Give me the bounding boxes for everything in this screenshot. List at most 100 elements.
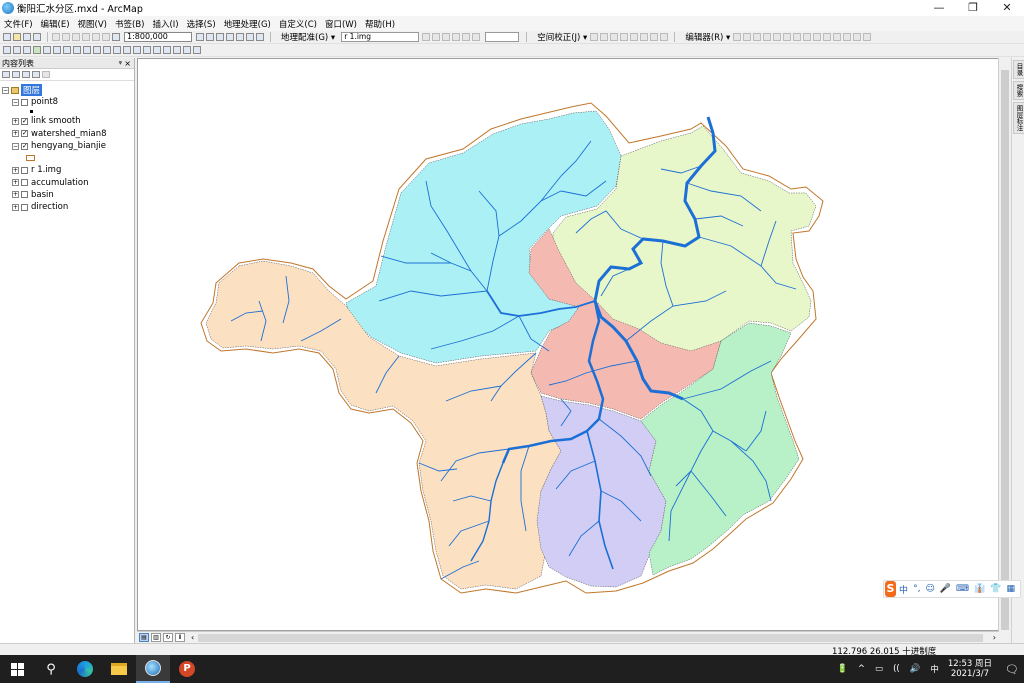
expand-icon[interactable]: + xyxy=(12,130,19,138)
shift-icon[interactable] xyxy=(432,33,441,41)
close-button[interactable]: ✕ xyxy=(990,0,1024,16)
hyperlink-icon[interactable] xyxy=(123,46,131,54)
layer-labels-tab[interactable]: 图层标注 xyxy=(1013,102,1024,134)
layer-visibility-checkbox[interactable] xyxy=(21,203,28,211)
open-icon[interactable] xyxy=(13,33,21,41)
new-identity-link-icon[interactable] xyxy=(630,33,639,41)
attributes-icon[interactable] xyxy=(843,33,852,41)
spatial-adjustment-menu[interactable]: 空间校正(J) ▾ xyxy=(537,31,587,43)
ime-voice-icon[interactable]: 🎤 xyxy=(940,584,951,594)
edit-tool-icon[interactable] xyxy=(733,33,742,41)
list-by-visibility-icon[interactable] xyxy=(22,71,30,78)
new-limited-area-icon[interactable] xyxy=(640,33,649,41)
layer-accumulation[interactable]: + accumulation xyxy=(2,176,134,188)
multiple-displacement-icon[interactable] xyxy=(620,33,629,41)
layer-hengyang-bianjie[interactable]: − ✓ hengyang_bianjie xyxy=(2,140,134,152)
find-icon[interactable] xyxy=(153,46,161,54)
identify-icon[interactable] xyxy=(113,46,121,54)
taskbar-edge[interactable] xyxy=(68,655,102,683)
undo-icon[interactable] xyxy=(92,33,100,41)
search-tab[interactable]: 搜索 xyxy=(1013,81,1024,100)
redo-icon[interactable] xyxy=(102,33,110,41)
menu-selection[interactable]: 选择(S) xyxy=(187,18,216,30)
map-vertical-scrollbar[interactable] xyxy=(998,58,1011,643)
layer-basin[interactable]: + basin xyxy=(2,189,134,201)
horizontal-scroll-track[interactable] xyxy=(198,633,983,642)
list-by-source-icon[interactable] xyxy=(12,71,20,78)
rotate-feature-icon[interactable] xyxy=(833,33,842,41)
menu-windows[interactable]: 窗口(W) xyxy=(325,18,357,30)
go-to-xy-icon[interactable] xyxy=(173,46,181,54)
layer-visibility-checkbox[interactable]: ✓ xyxy=(21,142,28,150)
editor-toolbar-icon[interactable] xyxy=(196,33,204,41)
maximize-button[interactable]: ❐ xyxy=(956,0,990,16)
time-slider-icon[interactable] xyxy=(183,46,191,54)
sogou-logo-icon[interactable]: S xyxy=(885,581,897,597)
add-control-points-icon[interactable] xyxy=(452,33,461,41)
save-icon[interactable] xyxy=(23,33,31,41)
create-viewer-window-icon[interactable] xyxy=(193,46,201,54)
collapse-icon[interactable]: − xyxy=(12,142,19,150)
georeferencing-menu[interactable]: 地理配准(G) ▾ xyxy=(281,31,335,43)
collapse-icon[interactable]: − xyxy=(2,86,9,94)
pan-icon[interactable] xyxy=(23,46,31,54)
action-center-icon[interactable]: 🗨 xyxy=(1005,663,1019,676)
html-popup-icon[interactable] xyxy=(133,46,141,54)
expand-icon[interactable]: + xyxy=(12,117,19,125)
taskbar-clock[interactable]: 12:53 周日 2021/3/7 xyxy=(948,659,992,679)
zoom-in-icon[interactable] xyxy=(3,46,11,54)
rotate-icon[interactable] xyxy=(422,33,431,41)
ime-toolbox-icon[interactable]: ▦ xyxy=(1006,584,1015,594)
edit-vertices-icon[interactable] xyxy=(793,33,802,41)
layers-root[interactable]: − 图层 xyxy=(2,84,134,96)
menu-view[interactable]: 视图(V) xyxy=(78,18,107,30)
volume-icon[interactable]: 🔊 xyxy=(910,664,921,674)
pause-drawing-button[interactable]: Ⅱ xyxy=(175,633,185,642)
model-builder-icon[interactable] xyxy=(256,33,264,41)
taskbar-powerpoint[interactable]: P xyxy=(170,655,204,683)
display-icon[interactable]: ▭ xyxy=(875,664,883,674)
paste-icon[interactable] xyxy=(72,33,80,41)
menu-customize[interactable]: 自定义(C) xyxy=(279,18,317,30)
split-icon[interactable] xyxy=(823,33,832,41)
taskbar-arcmap[interactable] xyxy=(136,655,170,683)
scale-icon[interactable] xyxy=(442,33,451,41)
search-window-icon[interactable] xyxy=(226,33,234,41)
layer-link-smooth[interactable]: + ✓ link smooth xyxy=(2,115,134,127)
select-features-icon[interactable] xyxy=(83,46,91,54)
edit-annotation-icon[interactable] xyxy=(743,33,752,41)
link-table-icon[interactable] xyxy=(462,33,471,41)
expand-icon[interactable]: + xyxy=(12,166,19,174)
map-scale-combo[interactable]: 1:800,000 xyxy=(124,32,192,42)
python-window-icon[interactable] xyxy=(246,33,254,41)
data-view-button[interactable]: ▤ xyxy=(139,633,149,642)
point-icon[interactable] xyxy=(783,33,792,41)
modify-link-icon[interactable] xyxy=(610,33,619,41)
new-displacement-link-icon[interactable] xyxy=(600,33,609,41)
menu-insert[interactable]: 插入(I) xyxy=(152,18,178,30)
copy-icon[interactable] xyxy=(62,33,70,41)
full-extent-icon[interactable] xyxy=(33,46,41,54)
clear-limited-area-icon[interactable] xyxy=(650,33,659,41)
list-by-selection-icon[interactable] xyxy=(32,71,40,78)
layer-direction[interactable]: + direction xyxy=(2,201,134,213)
select-elements-icon[interactable] xyxy=(590,33,599,41)
scroll-left-icon[interactable]: ‹ xyxy=(191,633,194,642)
reshape-icon[interactable] xyxy=(803,33,812,41)
scroll-right-icon[interactable]: › xyxy=(993,633,996,642)
layer-point8[interactable]: − point8 xyxy=(2,96,134,108)
layer-visibility-checkbox[interactable] xyxy=(21,166,28,174)
delete-icon[interactable] xyxy=(82,33,90,41)
menu-geoprocessing[interactable]: 地理处理(G) xyxy=(224,18,271,30)
cut-icon[interactable] xyxy=(52,33,60,41)
create-features-icon[interactable] xyxy=(863,33,872,41)
toc-options-icon[interactable] xyxy=(42,71,50,78)
collapse-icon[interactable]: − xyxy=(12,98,19,106)
print-icon[interactable] xyxy=(33,33,41,41)
go-back-icon[interactable] xyxy=(63,46,71,54)
refresh-view-button[interactable]: ↻ xyxy=(163,633,173,642)
pin-icon[interactable]: ᵠ xyxy=(119,58,122,69)
menu-file[interactable]: 文件(F) xyxy=(4,18,33,30)
taskbar-file-explorer[interactable] xyxy=(102,655,136,683)
toc-window-icon[interactable] xyxy=(206,33,214,41)
